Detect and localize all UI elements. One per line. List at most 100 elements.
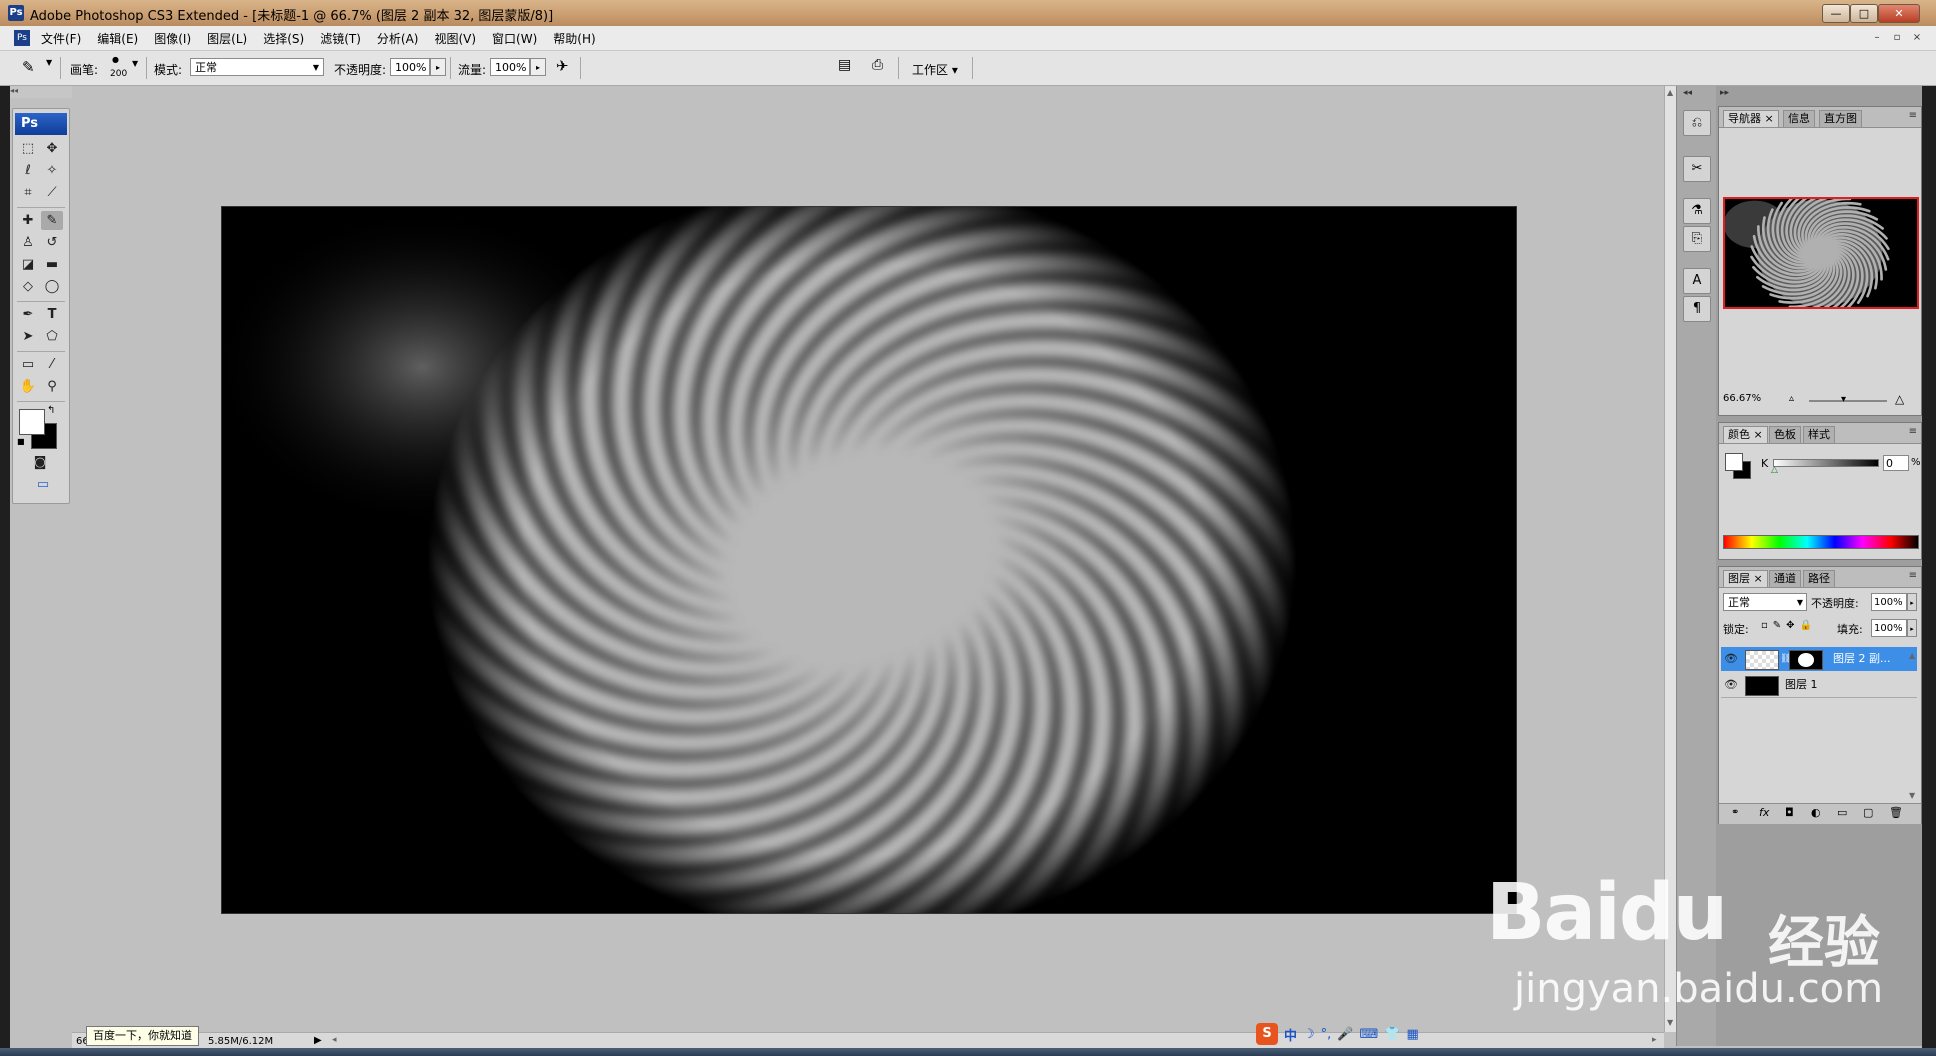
dodge-tool-icon[interactable]: ◯	[41, 277, 63, 296]
hscroll-left-icon[interactable]: ◂	[332, 1035, 337, 1045]
doc-minimize-icon[interactable]: –	[1870, 32, 1884, 44]
doc-close-icon[interactable]: ×	[1910, 32, 1924, 44]
layers-scroll-up-icon[interactable]: ▲	[1909, 651, 1915, 660]
tab-swatches[interactable]: 色板	[1769, 426, 1801, 443]
opacity-slider-button[interactable]: ▸	[430, 58, 446, 76]
slice-tool-icon[interactable]: ⟋	[41, 183, 63, 202]
doc-restore-icon[interactable]: ▫	[1890, 32, 1904, 44]
color-fg-swatch[interactable]	[1725, 453, 1743, 471]
workspace-menu[interactable]: 工作区 ▾	[912, 61, 958, 78]
zoom-tool-icon[interactable]: ⚲	[41, 377, 63, 396]
opacity-field[interactable]: 100%	[390, 58, 430, 76]
eyedropper-tool-icon[interactable]: ⁄	[41, 355, 63, 374]
crop-tool-icon[interactable]: ⌗	[17, 183, 39, 202]
panel-menu-icon[interactable]: ≡	[1909, 570, 1917, 581]
menu-item[interactable]: 窗口(W)	[491, 30, 538, 47]
navigator-preview[interactable]	[1723, 197, 1919, 309]
tab-paths[interactable]: 路径	[1803, 570, 1835, 587]
marquee-tool-icon[interactable]: ⬚	[17, 139, 39, 158]
ime-keyboard-icon[interactable]: ⌨	[1360, 1027, 1379, 1042]
path-selection-tool-icon[interactable]: ➤	[17, 327, 39, 346]
panel-collapse-icon[interactable]: ▸▸	[1720, 88, 1729, 98]
lock-icons[interactable]: ▫✎✥🔒	[1761, 620, 1817, 631]
type-tool-icon[interactable]: T	[41, 305, 63, 324]
tab-styles[interactable]: 样式	[1803, 426, 1835, 443]
menu-item[interactable]: 视图(V)	[433, 30, 477, 47]
k-value-field[interactable]: 0	[1883, 455, 1909, 471]
layer-opacity-slider-button[interactable]: ▸	[1907, 593, 1917, 611]
paragraph-panel-icon[interactable]: ¶	[1683, 296, 1711, 322]
layers-scroll-down-icon[interactable]: ▼	[1909, 791, 1915, 800]
tool-presets-icon[interactable]: ✂	[1683, 156, 1711, 182]
menu-item[interactable]: 图像(I)	[153, 30, 192, 47]
blur-tool-icon[interactable]: ◇	[17, 277, 39, 296]
toolbox-collapse-bar[interactable]: ◂◂	[10, 86, 72, 98]
history-brush-tool-icon[interactable]: ↺	[41, 233, 63, 252]
ime-punctuation-icon[interactable]: °,	[1321, 1027, 1332, 1042]
fill-slider-button[interactable]: ▸	[1907, 619, 1917, 637]
airbrush-icon[interactable]: ✈	[556, 57, 569, 75]
menu-item[interactable]: 图层(L)	[206, 30, 248, 47]
trash-icon[interactable]: 🗑	[1889, 806, 1903, 819]
flow-field[interactable]: 100%	[490, 58, 530, 76]
layer-row[interactable]: 👁 图层 1	[1721, 673, 1917, 698]
ime-toolbox-icon[interactable]: ▦	[1406, 1027, 1418, 1042]
layer-row[interactable]: 👁 ⛓ 图层 2 副...	[1721, 647, 1917, 671]
panel-menu-icon[interactable]: ≡	[1909, 110, 1917, 121]
zoom-out-icon[interactable]: ▵	[1789, 393, 1794, 404]
sogou-logo-icon[interactable]: S	[1256, 1023, 1278, 1045]
zoom-slider-thumb-icon[interactable]: ▾	[1841, 394, 1846, 405]
swap-colors-icon[interactable]: ↰	[47, 405, 55, 416]
brush-tool-icon[interactable]: ✎	[22, 58, 35, 76]
panel-menu-icon[interactable]: ≡	[1909, 426, 1917, 437]
menu-item[interactable]: 文件(F)	[40, 30, 82, 47]
menu-item[interactable]: 选择(S)	[262, 30, 305, 47]
maximize-button[interactable]: □	[1850, 4, 1878, 23]
move-tool-icon[interactable]: ✥	[41, 139, 63, 158]
history-panel-icon[interactable]: ⎌	[1683, 110, 1711, 136]
tab-channels[interactable]: 通道	[1769, 570, 1801, 587]
adjustment-layer-icon[interactable]: ◐	[1811, 806, 1821, 819]
zoom-slider-track[interactable]	[1809, 400, 1887, 402]
tool-preset-dropdown-icon[interactable]: ▼	[46, 58, 52, 67]
k-slider-track[interactable]	[1773, 459, 1879, 467]
screen-mode-icon[interactable]: ▭	[29, 475, 57, 494]
menu-item[interactable]: 分析(A)	[376, 30, 420, 47]
quick-mask-icon[interactable]: ◙	[29, 453, 51, 472]
ime-voice-icon[interactable]: 🎤	[1337, 1027, 1353, 1042]
character-panel-icon[interactable]: A	[1683, 268, 1711, 294]
gradient-tool-icon[interactable]: ▬	[41, 255, 63, 274]
k-slider-thumb-icon[interactable]: △	[1771, 465, 1778, 475]
dock-collapse-icon[interactable]: ◂◂	[1683, 88, 1692, 98]
healing-brush-tool-icon[interactable]: ✚	[17, 211, 39, 230]
lasso-tool-icon[interactable]: ℓ	[17, 161, 39, 180]
document-canvas[interactable]	[221, 206, 1517, 914]
windows-taskbar[interactable]	[0, 1048, 1936, 1056]
zoom-in-icon[interactable]: △	[1895, 392, 1904, 406]
new-group-icon[interactable]: ▭	[1837, 806, 1847, 819]
menu-item[interactable]: 编辑(E)	[96, 30, 139, 47]
status-menu-arrow-icon[interactable]: ▶	[314, 1035, 322, 1046]
brushes-panel-icon[interactable]: ⚗	[1683, 198, 1711, 224]
link-layers-icon[interactable]: ⚭	[1731, 807, 1739, 818]
visibility-eye-icon[interactable]: 👁	[1724, 647, 1738, 671]
fx-icon[interactable]: fx	[1759, 806, 1769, 819]
tab-color[interactable]: 颜色 ×	[1723, 426, 1768, 443]
tab-layers[interactable]: 图层 ×	[1723, 570, 1768, 587]
fill-field[interactable]: 100%	[1871, 619, 1907, 637]
blend-mode-select[interactable]: 正常 ▼	[1723, 593, 1807, 611]
new-layer-icon[interactable]: ▢	[1863, 806, 1873, 819]
menu-item[interactable]: 帮助(H)	[552, 30, 596, 47]
ime-mode-chinese[interactable]: 中	[1284, 1025, 1297, 1044]
default-colors-icon[interactable]: ■	[17, 437, 25, 446]
menu-item[interactable]: 滤镜(T)	[319, 30, 362, 47]
visibility-eye-icon[interactable]: 👁	[1724, 673, 1738, 697]
hand-tool-icon[interactable]: ✋	[17, 377, 39, 396]
magic-wand-tool-icon[interactable]: ✧	[41, 161, 63, 180]
layer-opacity-field[interactable]: 100%	[1871, 593, 1907, 611]
brush-tool-icon[interactable]: ✎	[41, 211, 63, 230]
ime-skin-icon[interactable]: 👕	[1384, 1027, 1400, 1042]
color-spectrum-ramp[interactable]	[1723, 535, 1919, 549]
layer-mask-thumbnail[interactable]	[1789, 650, 1823, 670]
flow-slider-button[interactable]: ▸	[530, 58, 546, 76]
